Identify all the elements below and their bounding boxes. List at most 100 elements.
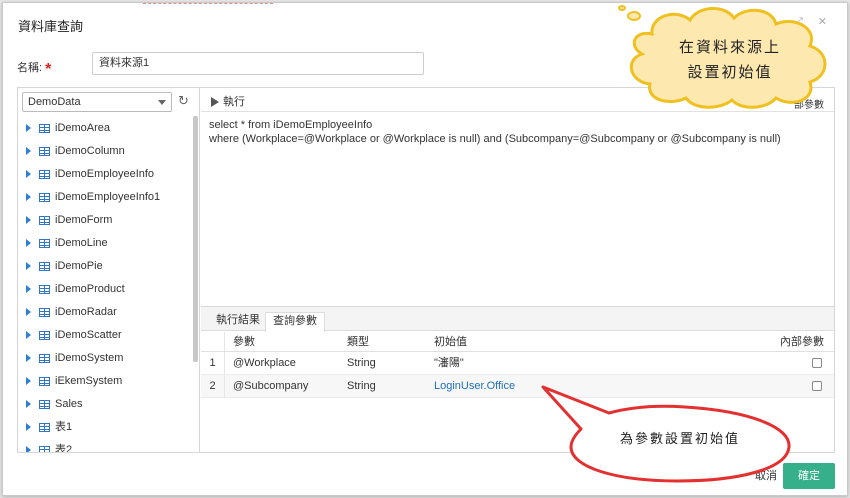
table-row[interactable]: 1 @Workplace String "瀋陽": [201, 352, 834, 375]
tree-item-table[interactable]: 表1: [26, 417, 192, 440]
ok-button[interactable]: 確定: [783, 463, 835, 489]
grid-header: 參數 類型 初始值 內部參數: [201, 332, 834, 352]
tree-item-label: iDemoRadar: [55, 306, 117, 318]
param-name: @Subcompany: [233, 380, 309, 392]
tree-item-label: iDemoColumn: [55, 145, 125, 157]
table-icon: [39, 307, 50, 317]
tree-item-table[interactable]: iDemoPie: [26, 256, 192, 279]
internal-param-toggle[interactable]: 部參數: [794, 96, 824, 111]
tab-results[interactable]: 執行結果: [209, 312, 267, 331]
tree-item-table[interactable]: iDemoLine: [26, 233, 192, 256]
expand-arrow-icon[interactable]: [26, 377, 31, 386]
internal-param-checkbox[interactable]: [812, 381, 822, 392]
table-icon: [39, 215, 50, 225]
tree-item-table[interactable]: iDemoScatter: [26, 325, 192, 348]
expand-arrow-icon[interactable]: [26, 170, 31, 179]
tree-item-label: iDemoPie: [55, 260, 103, 272]
tree-item-table[interactable]: Sales: [26, 394, 192, 417]
sql-editor[interactable]: select * from iDemoEmployeeInfo where (Wo…: [209, 118, 824, 146]
oval-callout-text: 為參數設置初始值: [619, 432, 740, 447]
tree-item-label: iDemoEmployeeInfo: [55, 168, 155, 180]
tree-item-table[interactable]: iDemoForm: [26, 210, 192, 233]
tree-item-label: iDemoScatter: [55, 329, 122, 341]
datasource-select[interactable]: DemoData: [22, 92, 172, 112]
expand-arrow-icon[interactable]: [26, 331, 31, 340]
required-mark: *: [45, 61, 52, 78]
editor-toolbar: 執行 部參數: [201, 88, 834, 112]
tree-item-table[interactable]: iEkemSystem: [26, 371, 192, 394]
param-name: @Workplace: [233, 357, 296, 369]
expand-arrow-icon[interactable]: [26, 400, 31, 409]
table-icon: [39, 376, 50, 386]
tree-item-table[interactable]: iDemoRadar: [26, 302, 192, 325]
table-icon: [39, 284, 50, 294]
param-type: String: [347, 380, 376, 392]
tree-item-table[interactable]: iDemoArea: [26, 118, 192, 141]
table-icon: [39, 123, 50, 133]
tab-query-params[interactable]: 查詢參數: [265, 312, 325, 332]
tree-item-label: iDemoForm: [55, 214, 113, 226]
table-icon: [39, 238, 50, 248]
table-icon: [39, 422, 50, 432]
row-index: 2: [201, 375, 225, 397]
header-param: 參數: [233, 336, 255, 348]
tree-item-label: 表1: [55, 421, 73, 433]
refresh-icon[interactable]: ↻: [178, 94, 192, 108]
table-row[interactable]: 2 @Subcompany String LoginUser.Office: [201, 375, 834, 398]
dialog-window-icons[interactable]: ⤢ ✕: [794, 15, 833, 29]
table-icon: [39, 192, 50, 202]
table-icon: [39, 261, 50, 271]
cloud-callout-text: 在資料來源上 設置初始值: [678, 38, 781, 81]
expand-arrow-icon[interactable]: [26, 193, 31, 202]
table-icon: [39, 146, 50, 156]
table-tree: iDemoArea iDemoColumn iDemoEmployeeInfo iDe…: [26, 118, 192, 452]
tree-item-label: Sales: [55, 398, 83, 410]
tree-item-table[interactable]: iDemoEmployeeInfo: [26, 164, 192, 187]
header-init: 初始值: [434, 336, 467, 348]
internal-param-checkbox[interactable]: [812, 358, 822, 369]
run-button[interactable]: 執行: [211, 93, 245, 109]
table-icon: [39, 169, 50, 179]
expand-arrow-icon[interactable]: [26, 147, 31, 156]
tree-item-label: 表2: [55, 444, 73, 452]
tree-item-label: iEkemSystem: [55, 375, 123, 387]
sql-line: select * from iDemoEmployeeInfo: [209, 119, 373, 131]
query-main-panel: DemoData ↻ iDemoArea iDemoColumn iDemoEmpl…: [17, 87, 835, 453]
table-icon: [39, 399, 50, 409]
param-init-value[interactable]: LoginUser.Office: [434, 375, 515, 398]
expand-arrow-icon[interactable]: [26, 285, 31, 294]
table-icon: [39, 330, 50, 340]
header-type: 類型: [347, 336, 369, 348]
chevron-down-icon: [158, 100, 166, 105]
expand-arrow-icon[interactable]: [26, 308, 31, 317]
tree-scrollbar[interactable]: [193, 116, 198, 362]
tree-item-table[interactable]: iDemoProduct: [26, 279, 192, 302]
sql-line: where (Workplace=@Workplace or @Workplac…: [209, 133, 781, 145]
tree-item-label: iDemoArea: [55, 122, 111, 134]
results-tabs: 執行結果 查詢參數: [201, 307, 834, 332]
tree-item-label: iDemoSystem: [55, 352, 124, 364]
name-input[interactable]: 資料來源1: [92, 52, 424, 75]
row-index: 1: [201, 352, 225, 374]
expand-arrow-icon[interactable]: [26, 124, 31, 133]
expand-arrow-icon[interactable]: [26, 354, 31, 363]
expand-arrow-icon[interactable]: [26, 262, 31, 271]
name-label: 名稱: *: [17, 61, 52, 78]
expand-arrow-icon[interactable]: [26, 446, 31, 452]
play-icon: [211, 97, 219, 108]
tree-item-label: iDemoLine: [55, 237, 108, 249]
param-type: String: [347, 357, 376, 369]
table-icon: [39, 445, 50, 452]
tree-item-table[interactable]: 表2: [26, 440, 192, 452]
tree-item-label: iDemoProduct: [55, 283, 125, 295]
tree-item-table[interactable]: iDemoEmployeeInfo1: [26, 187, 192, 210]
expand-arrow-icon[interactable]: [26, 216, 31, 225]
expand-arrow-icon[interactable]: [26, 423, 31, 432]
expand-arrow-icon[interactable]: [26, 239, 31, 248]
param-init-value[interactable]: "瀋陽": [434, 352, 464, 375]
decorative-line: [143, 3, 273, 4]
tree-item-table[interactable]: iDemoColumn: [26, 141, 192, 164]
tree-item-label: iDemoEmployeeInfo1: [55, 191, 161, 203]
tree-item-table[interactable]: iDemoSystem: [26, 348, 192, 371]
cancel-button[interactable]: 取消: [725, 463, 777, 489]
